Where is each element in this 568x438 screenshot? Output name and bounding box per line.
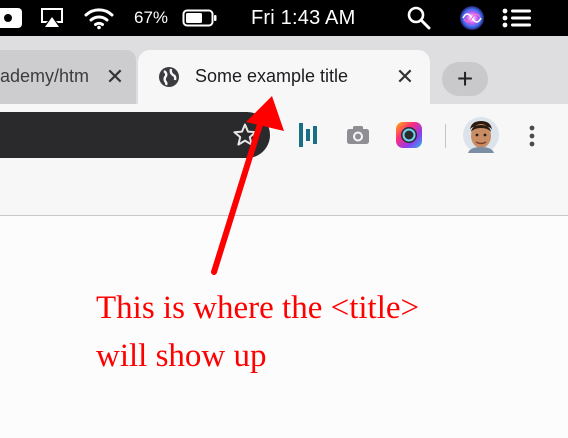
tab-strip: ademy/htm ✕ Some example title ✕ + (0, 36, 568, 104)
airplay-icon[interactable] (38, 0, 68, 36)
extension-bars-icon[interactable] (296, 120, 320, 150)
battery-icon[interactable] (182, 0, 218, 36)
tab-active[interactable]: Some example title ✕ (138, 50, 430, 104)
close-icon[interactable]: ✕ (393, 64, 417, 89)
camera-icon[interactable] (344, 122, 372, 148)
toolbar-divider (445, 124, 446, 148)
siri-icon[interactable] (458, 0, 486, 36)
annotation-line-1: This is where the <title> (96, 290, 420, 326)
menu-dots-icon[interactable] (520, 122, 544, 150)
tab-title: ademy/htm (0, 66, 102, 88)
color-circle-icon[interactable] (394, 120, 424, 150)
spotlight-icon[interactable] (406, 0, 432, 36)
clock-text: Fri 1:43 AM (251, 6, 356, 29)
control-center-icon[interactable] (502, 0, 534, 36)
tab-title: Some example title (195, 66, 349, 86)
profile-avatar[interactable] (462, 116, 500, 154)
battery-percent-text: 67% (134, 8, 169, 27)
browser-toolbar (0, 104, 568, 170)
wifi-icon[interactable] (84, 0, 116, 36)
annotation-line-2: will show up (96, 338, 267, 374)
tab-title-text: ademy/htm (0, 66, 90, 86)
bookmarks-bar (0, 170, 568, 216)
record-icon[interactable] (0, 0, 24, 36)
menu-bar: 67% Fri 1:43 AM (0, 0, 568, 36)
battery-percent[interactable]: 67% (134, 0, 168, 36)
address-bar[interactable] (0, 112, 270, 158)
tab-inactive[interactable]: ademy/htm ✕ (0, 50, 136, 104)
globe-icon (157, 65, 181, 89)
close-icon[interactable]: ✕ (103, 64, 127, 89)
new-tab-button[interactable]: + (442, 62, 488, 96)
bookmark-star-icon[interactable] (231, 121, 259, 149)
annotation-text: This is where the <title> will show up (96, 284, 419, 380)
clock[interactable]: Fri 1:43 AM (251, 0, 355, 36)
